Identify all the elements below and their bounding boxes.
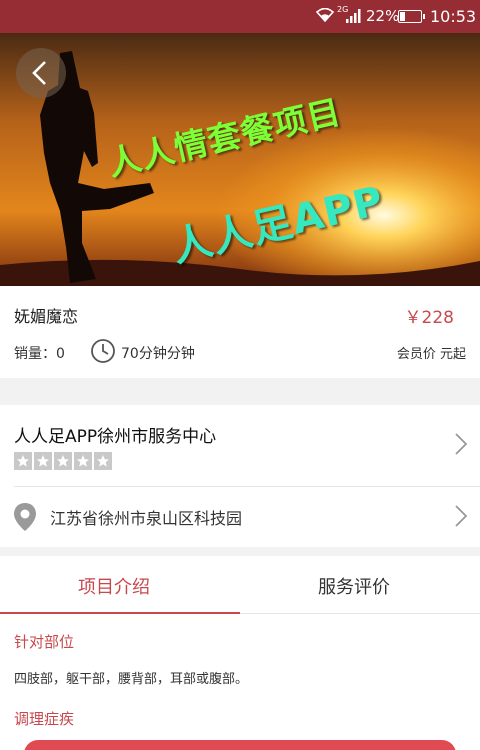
product-info: 妩媚魔恋 ￥228 销量：0 70分钟分钟 会员价 元起 (0, 286, 480, 378)
member-price: 会员价 元起 (396, 347, 466, 362)
rating-stars (14, 452, 112, 470)
section-title-target-areas: 针对部位 (14, 633, 75, 651)
service-duration: 70分钟分钟 (121, 346, 195, 362)
battery-icon (398, 10, 425, 23)
chevron-left-icon (32, 61, 46, 85)
clock-time: 10:53 (430, 7, 477, 26)
star-icon (14, 452, 32, 470)
tab-project-intro[interactable]: 项目介绍 (78, 573, 150, 599)
shop-card: 人人足APP徐州市服务中心 江苏省徐州市泉山区科技园 (0, 405, 480, 547)
back-button[interactable] (16, 48, 66, 98)
shop-name: 人人足APP徐州市服务中心 (14, 427, 217, 447)
bottom-action-button[interactable] (24, 740, 456, 750)
active-tab-indicator (0, 612, 240, 614)
wifi-icon (315, 7, 335, 26)
location-pin-icon (12, 502, 38, 536)
clock-icon (90, 338, 116, 368)
star-icon (74, 452, 92, 470)
signal-icon (346, 9, 362, 27)
section-title-symptoms: 调理症疾 (14, 710, 75, 728)
hero-banner: 人人情套餐项目 人人足APP (0, 33, 480, 286)
chevron-right-icon (454, 432, 468, 460)
product-price: ￥228 (404, 308, 454, 328)
star-icon (94, 452, 112, 470)
chevron-right-icon (454, 504, 468, 532)
product-name: 妩媚魔恋 (14, 307, 79, 326)
details-panel: 项目介绍 服务评价 针对部位 四肢部，躯干部，腰背部，耳部或腹部。 调理症疾 (0, 556, 480, 750)
battery-percent: 22% (366, 7, 400, 25)
star-icon (34, 452, 52, 470)
tab-service-reviews[interactable]: 服务评价 (318, 573, 390, 599)
tab-bar: 项目介绍 服务评价 (0, 556, 480, 614)
shop-address: 江苏省徐州市泉山区科技园 (50, 509, 243, 528)
status-bar: 2G 22% 10:53 (0, 0, 480, 33)
star-icon (54, 452, 72, 470)
section-body-target-areas: 四肢部，躯干部，腰背部，耳部或腹部。 (14, 672, 249, 687)
divider (14, 486, 480, 487)
sales-count: 销量：0 (14, 346, 65, 362)
